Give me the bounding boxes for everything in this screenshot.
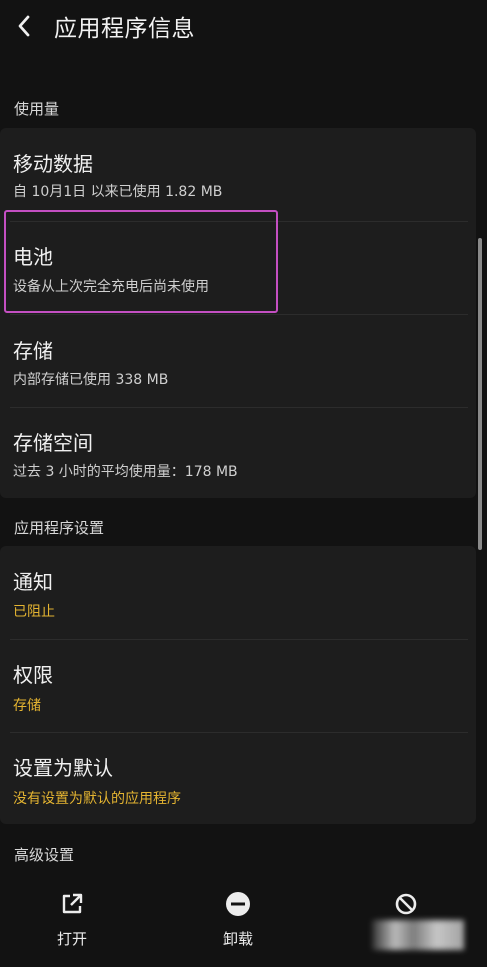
list-item-notifications[interactable]: 通知 已阻止 [0,546,476,639]
back-button[interactable] [10,10,38,42]
usage-card: 移动数据 自 10月1日 以来已使用 1.82 MB 电池 设备从上次完全充电后… [0,128,476,498]
app-bar: 应用程序信息 [0,0,487,56]
uninstall-label: 卸载 [222,930,253,948]
app-settings-card: 通知 已阻止 权限 存储 设置为默认 没有设置为默认的应用程序 [0,546,476,824]
item-title: 通知 [13,570,53,594]
item-subtitle: 过去 3 小时的平均使用量：178 MB [13,464,238,480]
list-item-mobile-data[interactable]: 移动数据 自 10月1日 以来已使用 1.82 MB [0,128,476,221]
section-title-app-settings: 应用程序设置 [14,519,105,537]
item-title: 存储 [13,339,53,363]
item-subtitle: 存储 [13,698,41,714]
list-item-storage[interactable]: 存储 内部存储已使用 338 MB [0,315,476,408]
open-external-icon [62,893,83,914]
scrollbar[interactable] [478,238,482,550]
list-item-storage-space[interactable]: 存储空间 过去 3 小时的平均使用量：178 MB [0,408,476,498]
open-label: 打开 [56,930,87,948]
item-subtitle: 自 10月1日 以来已使用 1.82 MB [13,184,223,200]
section-title-advanced: 高级设置 [14,846,75,864]
item-title: 移动数据 [13,152,93,176]
list-item-set-default[interactable]: 设置为默认 没有设置为默认的应用程序 [0,733,476,824]
section-title-usage: 使用量 [14,100,60,118]
arrow-back-icon [18,15,30,37]
page-title: 应用程序信息 [54,16,195,42]
item-title: 权限 [13,663,53,687]
open-button[interactable]: 打开 [32,876,112,967]
block-icon [395,893,417,915]
item-title: 存储空间 [13,431,93,455]
highlight-box [4,210,278,313]
uninstall-button[interactable]: 卸载 [198,876,278,967]
item-subtitle: 没有设置为默认的应用程序 [13,791,181,807]
watermark [372,920,464,950]
list-item-permissions[interactable]: 权限 存储 [0,640,476,733]
item-subtitle: 内部存储已使用 338 MB [13,372,169,388]
item-subtitle: 已阻止 [13,604,55,620]
uninstall-icon [226,892,250,916]
item-title: 设置为默认 [13,756,113,780]
